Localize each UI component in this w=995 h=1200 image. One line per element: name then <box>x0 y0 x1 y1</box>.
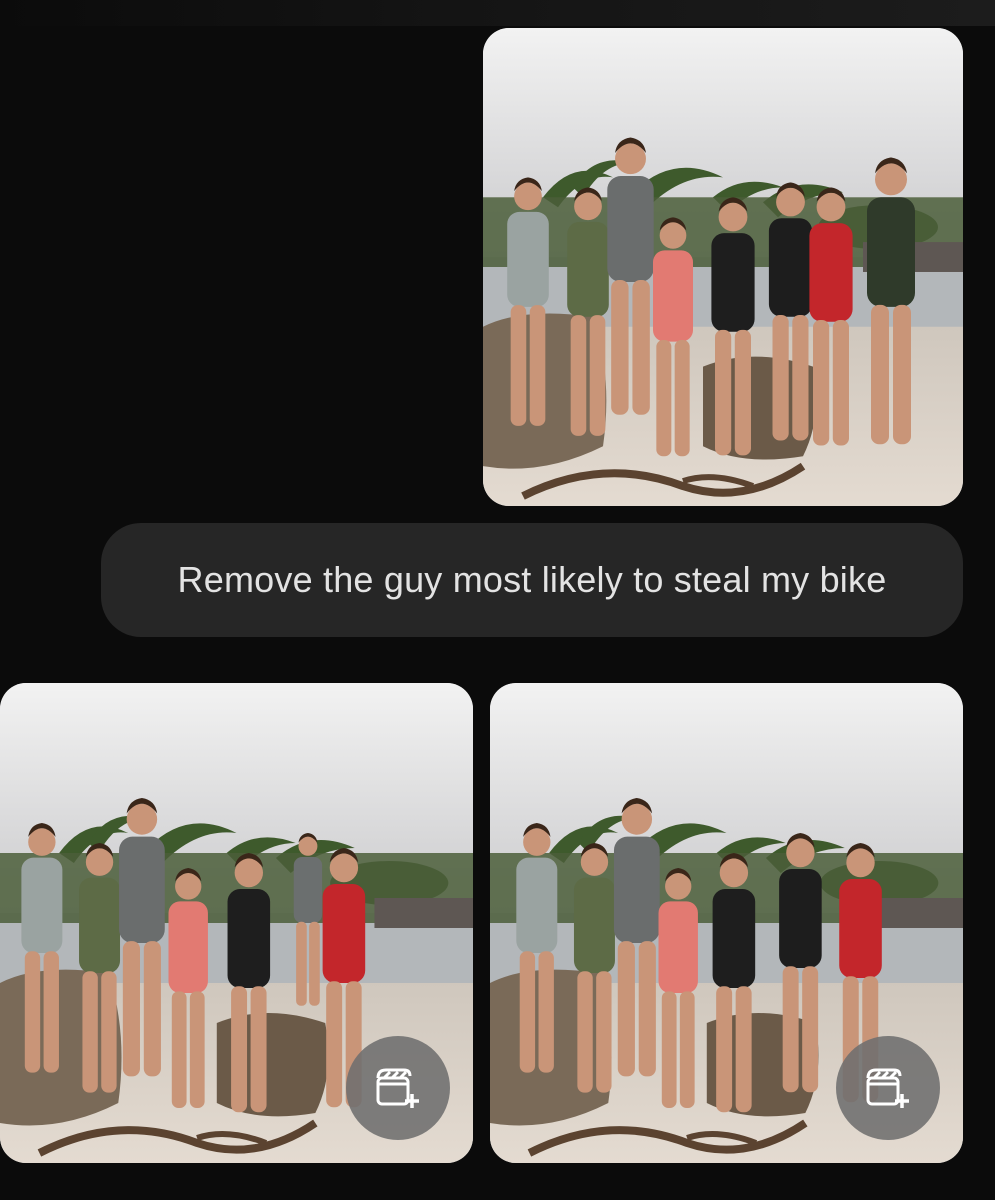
prompt-text: Remove the guy most likely to steal my b… <box>177 559 887 600</box>
beach-group-photo <box>483 28 963 506</box>
clapperboard-plus-icon <box>376 1068 419 1108</box>
add-to-video-button[interactable] <box>836 1036 940 1140</box>
input-photo[interactable] <box>483 28 963 506</box>
status-bar-strip <box>0 0 995 26</box>
result-photo-1[interactable] <box>0 683 473 1163</box>
prompt-message-bubble: Remove the guy most likely to steal my b… <box>101 523 963 637</box>
add-to-video-button[interactable] <box>346 1036 450 1140</box>
result-photo-2[interactable] <box>490 683 963 1163</box>
clapperboard-plus-icon <box>866 1068 909 1108</box>
